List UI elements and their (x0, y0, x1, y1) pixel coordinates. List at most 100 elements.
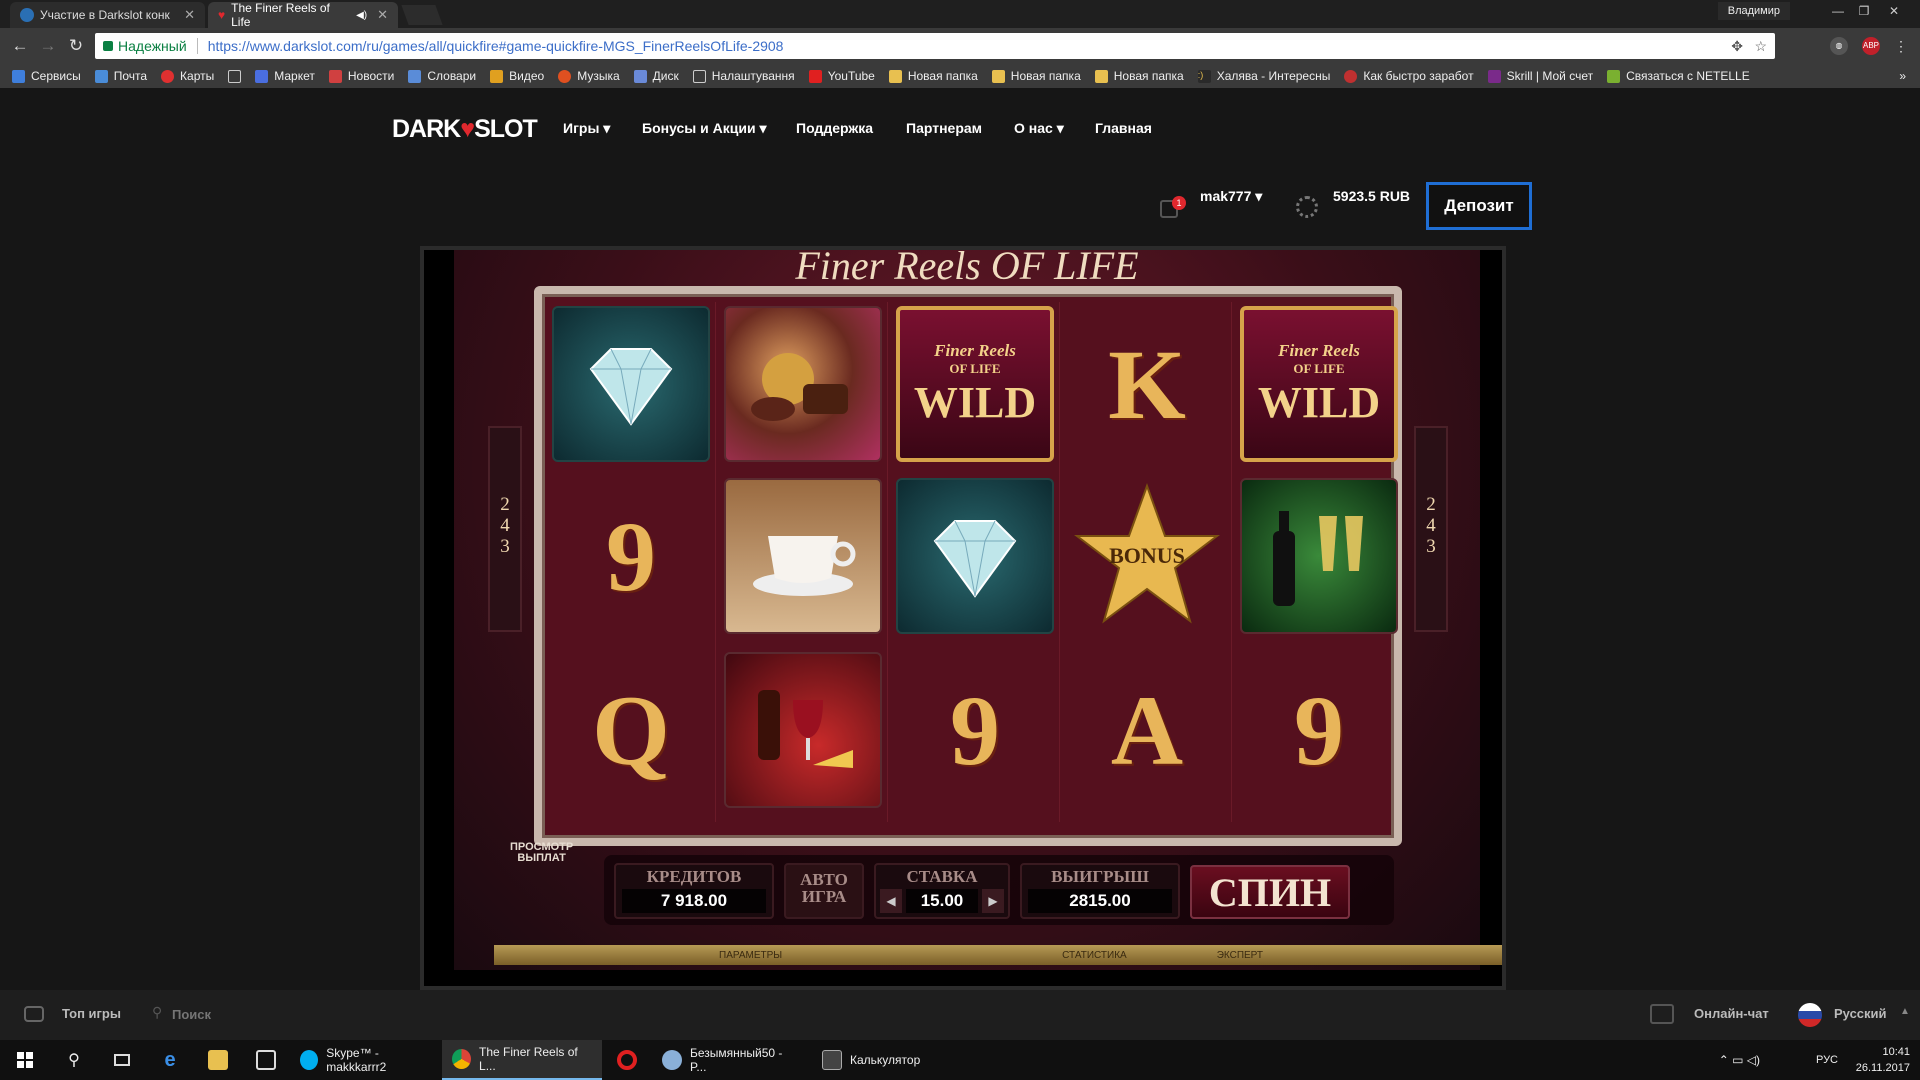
bookmark-neteller[interactable]: Связаться с NETELLE (1607, 69, 1750, 83)
back-arrow-icon[interactable]: ← (10, 36, 30, 56)
market-icon (255, 69, 269, 83)
music-icon (558, 69, 572, 83)
taskbar-chrome[interactable]: The Finer Reels of L... (442, 1040, 602, 1080)
champagne-symbol (1240, 478, 1398, 634)
bookmark-news[interactable]: Новости (328, 69, 394, 83)
windows-start-icon[interactable] (0, 1040, 50, 1080)
close-tab-icon[interactable]: ✕ (377, 7, 388, 23)
nav-bonuses[interactable]: Бонусы и Акции ▾ (642, 120, 767, 137)
bookmark-star-icon[interactable]: ☆ (1754, 38, 1767, 55)
bookmark-skrill[interactable]: Skrill | Мой счет (1487, 69, 1593, 83)
window-close-icon[interactable]: ✕ (1882, 4, 1906, 20)
forward-arrow-icon[interactable]: → (38, 36, 58, 56)
nav-partners[interactable]: Партнерам (906, 120, 982, 136)
heart-favicon-icon: ♥ (218, 8, 226, 22)
darkslot-logo[interactable]: DARK♥SLOT (392, 115, 538, 144)
tray-icons[interactable]: ⌃ ▭ ◁) (1719, 1052, 1760, 1068)
expert-link[interactable]: ЭКСПЕРТ (1217, 950, 1263, 961)
bookmark-disk[interactable]: Диск (633, 69, 679, 83)
nav-support[interactable]: Поддержка (796, 120, 873, 136)
settings-link[interactable]: ПАРАМЕТРЫ (719, 950, 782, 961)
bookmark-youtube[interactable]: YouTube (808, 69, 875, 83)
neteller-icon (1607, 69, 1621, 83)
spin-button[interactable]: СПИН (1190, 865, 1350, 919)
store-icon[interactable] (242, 1040, 290, 1080)
page-icon (228, 69, 242, 83)
win-value: 2815.00 (1028, 889, 1172, 913)
deposit-button[interactable]: Депозит (1426, 182, 1532, 230)
url-text: https://www.darkslot.com/ru/games/all/qu… (207, 38, 784, 54)
nav-home[interactable]: Главная (1095, 120, 1152, 136)
bet-decrease-arrow-icon[interactable]: ◀ (880, 889, 902, 913)
bookmark-maps[interactable]: Карты (161, 69, 214, 83)
menu-kebab-icon[interactable]: ⋮ (1892, 37, 1910, 55)
statistics-link[interactable]: СТАТИСТИКА (1062, 950, 1127, 961)
adblock-icon[interactable]: ABP (1862, 37, 1880, 55)
clock-date[interactable]: 26.11.2017 (1856, 1060, 1910, 1076)
bookmark-earn[interactable]: Как быстро заработ (1344, 69, 1474, 83)
user-menu[interactable]: mak777 ▾ (1200, 188, 1262, 205)
bookmark-folder[interactable]: Новая папка (1094, 69, 1184, 83)
security-indicator[interactable]: Надежный (103, 38, 187, 54)
nav-about[interactable]: О нас ▾ (1014, 120, 1064, 137)
minimize-icon[interactable]: — (1826, 4, 1850, 20)
bookmark-blank[interactable] (228, 69, 242, 83)
wild-symbol: Finer Reels OF LIFE WILD (1240, 306, 1398, 462)
language-selector[interactable]: Русский (1834, 1006, 1887, 1021)
search-icon[interactable]: ⚲ (50, 1040, 98, 1080)
live-chat-link[interactable]: Онлайн-чат (1694, 1006, 1769, 1021)
bookmark-market[interactable]: Маркет (255, 69, 315, 83)
king-symbol: K (1108, 328, 1186, 440)
bookmark-settings[interactable]: Налаштування (692, 69, 795, 83)
profile-user[interactable]: Владимир (1717, 2, 1790, 20)
close-tab-icon[interactable]: ✕ (184, 7, 195, 23)
taskbar-opera[interactable] (602, 1040, 652, 1080)
extension-puzzle-icon[interactable]: ✥ (1731, 38, 1743, 55)
reels-area[interactable]: 9 Q Finer Reels OF LIFE WILD 9 K BONUS A… (534, 286, 1402, 846)
browser-tab-active[interactable]: ♥ The Finer Reels of Life ◀) ✕ (208, 1, 398, 29)
clock-time[interactable]: 10:41 (1856, 1044, 1910, 1060)
apps-grid-icon (12, 69, 25, 83)
game-frame[interactable]: Finer Reels OF LIFE 2 4 3 2 4 3 9 Q Fine… (420, 246, 1506, 990)
bookmarks-overflow-icon[interactable]: » (1899, 69, 1906, 83)
bookmark-freebies[interactable]: :) Халява - Интересны (1197, 69, 1330, 83)
browser-tab[interactable]: Участие в Darkslot конк ✕ (10, 2, 205, 28)
chevron-up-icon[interactable]: ▲ (1900, 1006, 1910, 1017)
ace-symbol: A (1110, 674, 1184, 786)
bet-increase-arrow-icon[interactable]: ▶ (982, 889, 1004, 913)
address-bar-row: ← → ↻ Надежный https://www.darkslot.com/… (0, 28, 1920, 64)
paytable-button[interactable]: ПРОСМОТР ВЫПЛАТ (510, 842, 573, 864)
taskbar-calculator[interactable]: Калькулятор (812, 1040, 962, 1080)
chat-icon[interactable] (1650, 1004, 1674, 1024)
file-explorer-icon[interactable] (194, 1040, 242, 1080)
task-view-icon[interactable] (98, 1040, 146, 1080)
bet-value: 15.00 (906, 889, 978, 913)
bookmarks-bar: Сервисы Почта Карты Маркет Новости Слова… (0, 64, 1920, 88)
edge-icon[interactable]: e (146, 1040, 194, 1080)
chocolates-symbol (724, 306, 882, 462)
bookmark-folder[interactable]: Новая папка (991, 69, 1081, 83)
top-games-link[interactable]: Топ игры (62, 1006, 121, 1021)
new-tab-button[interactable] (401, 5, 443, 25)
nav-games[interactable]: Игры ▾ (563, 120, 610, 137)
bookmark-folder[interactable]: Новая папка (888, 69, 978, 83)
bookmark-music[interactable]: Музыка (558, 69, 620, 83)
restore-icon[interactable]: ❐ (1852, 4, 1876, 20)
ways-indicator-left: 2 4 3 (488, 426, 522, 632)
url-input[interactable]: Надежный https://www.darkslot.com/ru/gam… (95, 33, 1775, 59)
bookmark-apps[interactable]: Сервисы (12, 69, 81, 83)
divider (196, 38, 198, 54)
input-language[interactable]: РУС (1816, 1052, 1838, 1068)
bookmark-dictionaries[interactable]: Словари (408, 69, 476, 83)
globe-icon[interactable]: ◍ (1830, 37, 1848, 55)
reload-icon[interactable]: ↻ (66, 36, 86, 56)
autoplay-button[interactable]: АВТО ИГРА (784, 863, 864, 919)
audio-playing-icon[interactable]: ◀) (356, 10, 367, 21)
search-input[interactable] (172, 1002, 372, 1026)
taskbar-skype[interactable]: Skype™ - makkkarrr2 (290, 1040, 442, 1080)
bookmark-video[interactable]: Видео (490, 69, 544, 83)
windows-taskbar: ⚲ e Skype™ - makkkarrr2 The Finer Reels … (0, 1040, 1920, 1080)
taskbar-paint[interactable]: Безымянный50 - P... (652, 1040, 812, 1080)
coffee-cup-icon (753, 536, 856, 596)
bookmark-mail[interactable]: Почта (94, 69, 147, 83)
